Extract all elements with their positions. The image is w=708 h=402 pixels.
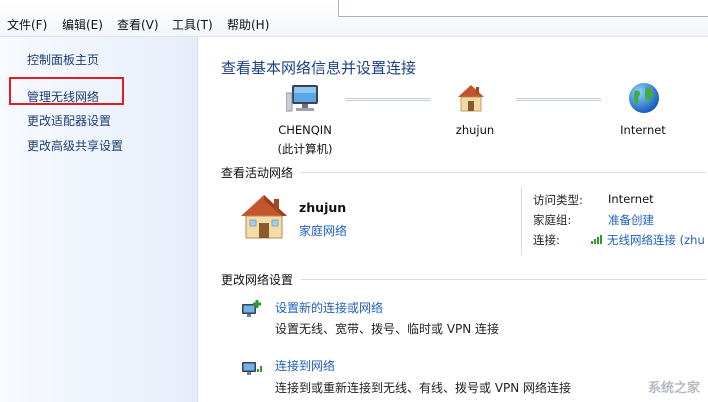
page-title: 查看基本网络信息并设置连接 [221,59,417,77]
sidebar-item-advanced-sharing[interactable]: 更改高级共享设置 [27,137,123,154]
homegroup-link[interactable]: 准备创建 [608,212,654,228]
setup-connection-desc: 设置无线、宽带、拨号、临时或 VPN 连接 [275,322,500,336]
network-name: zhujun [299,200,347,215]
watermark: 系统之家 [647,381,700,396]
new-connection-icon [240,298,264,323]
menu-file[interactable]: 文件(F) [7,16,47,33]
homegroup-label: 家庭组: [533,213,572,227]
menu-tools[interactable]: 工具(T) [172,16,213,33]
connect-to-network-link[interactable]: 连接到网络 [275,357,335,374]
computer-icon[interactable] [285,83,322,120]
sidebar-item-adapter-settings[interactable]: 更改适配器设置 [27,112,111,129]
main-panel: 查看基本网络信息并设置连接 CHENQIN (此计算机) zhujun Inte… [198,37,708,402]
connection-label: 连接: [533,233,560,247]
search-box[interactable] [338,0,708,17]
highlight-box [9,77,124,105]
connection-line [346,98,431,101]
connect-network-icon [240,357,264,382]
computer-name: CHENQIN [278,123,332,137]
setup-connection-link[interactable]: 设置新的连接或网络 [275,299,383,316]
menu-help[interactable]: 帮助(H) [227,16,269,33]
connect-to-network-desc: 连接到或重新连接到无线、有线、拨号或 VPN 网络连接 [275,381,572,395]
section-change-settings: 更改网络设置 [221,273,294,287]
wifi-signal-icon [591,235,602,244]
vertical-divider [521,187,522,255]
wireless-connection-link[interactable]: 无线网络连接 (zhu [607,232,705,248]
access-type-label: 访问类型: [533,193,583,207]
router-name: zhujun [455,123,495,137]
internet-name: Internet [620,123,666,137]
menu-edit[interactable]: 编辑(E) [62,16,103,33]
globe-icon[interactable] [627,81,661,118]
computer-sub: (此计算机) [277,142,333,156]
menu-view[interactable]: 查看(V) [117,16,159,33]
section-active-networks: 查看活动网络 [221,166,294,180]
section-divider [301,279,706,280]
section-divider [301,172,706,173]
home-icon[interactable] [456,83,486,116]
house-network-icon [238,192,290,243]
menu-bar: 文件(F) 编辑(E) 查看(V) 工具(T) 帮助(H) [0,0,708,37]
connection-line [516,98,601,101]
network-type-link[interactable]: 家庭网络 [299,222,347,239]
access-type-value: Internet [608,192,654,206]
sidebar-item-control-panel-home[interactable]: 控制面板主页 [27,51,99,68]
